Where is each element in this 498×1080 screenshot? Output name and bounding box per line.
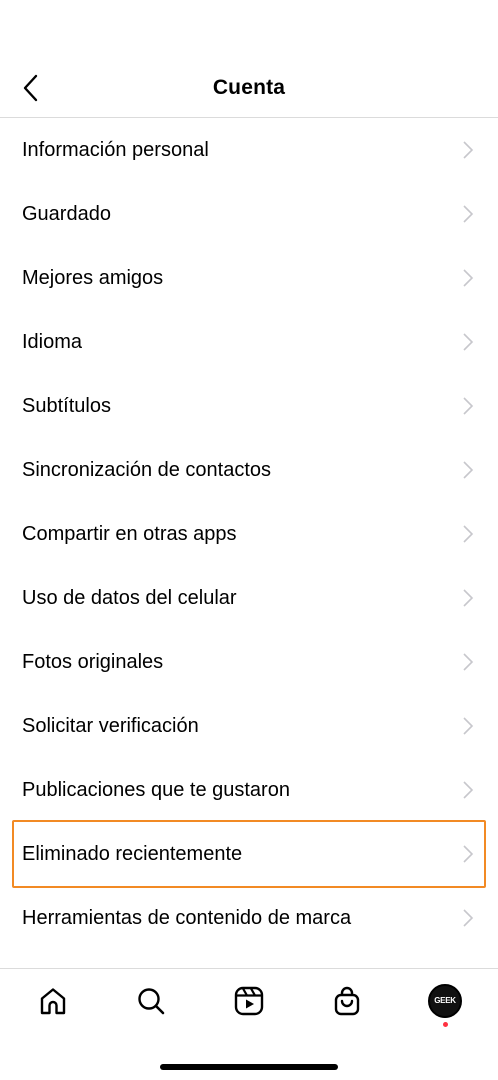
status-bar-area [0,0,498,58]
chevron-right-icon [463,845,474,863]
back-button[interactable] [12,70,48,106]
menu-item-label: Herramientas de contenido de marca [22,906,352,929]
tab-search[interactable] [121,971,181,1031]
chevron-left-icon [23,74,38,102]
avatar: GEEK [428,983,462,1018]
chevron-right-icon [463,205,474,223]
menu-item-label: Sincronización de contactos [22,458,272,481]
chevron-right-icon [463,461,474,479]
chevron-right-icon [463,269,474,287]
menu-item-label: Eliminado recientemente [22,842,243,865]
menu-item-request-verification[interactable]: Solicitar verificación [0,694,498,758]
menu-item-label: Compartir en otras apps [22,522,237,545]
menu-item-label: Publicaciones que te gustaron [22,778,290,801]
menu-item-recently-deleted[interactable]: Eliminado recientemente [0,820,498,888]
home-indicator [160,1064,338,1070]
menu-item-liked-posts[interactable]: Publicaciones que te gustaron [0,758,498,822]
chevron-right-icon [463,141,474,159]
menu-item-contact-sync[interactable]: Sincronización de contactos [0,438,498,502]
shop-icon [334,986,360,1015]
menu-item-label: Subtítulos [22,394,111,417]
chevron-right-icon [463,333,474,351]
page-title: Cuenta [212,75,286,99]
reels-icon [234,986,264,1015]
home-icon [40,987,66,1014]
bottom-tab-bar: GEEK [0,968,498,1032]
menu-item-personal-info[interactable]: Información personal [0,118,498,182]
menu-item-label: Uso de datos del celular [22,586,237,609]
menu-item-cellular-data[interactable]: Uso de datos del celular [0,566,498,630]
menu-item-captions[interactable]: Subtítulos [0,374,498,438]
menu-item-label: Información personal [22,138,209,161]
menu-item-branded-content-tools[interactable]: Herramientas de contenido de marca [0,886,498,950]
avatar-logo-text: GEEK [434,996,456,1005]
menu-item-language[interactable]: Idioma [0,310,498,374]
chevron-right-icon [463,781,474,799]
menu-item-label: Idioma [22,330,83,353]
menu-item-original-photos[interactable]: Fotos originales [0,630,498,694]
chevron-right-icon [463,717,474,735]
tab-profile[interactable]: GEEK [415,971,475,1031]
menu-item-close-friends[interactable]: Mejores amigos [0,246,498,310]
menu-item-label: Guardado [22,202,111,225]
menu-item-share-other-apps[interactable]: Compartir en otras apps [0,502,498,566]
notification-dot [443,1021,448,1027]
tab-home[interactable] [23,971,83,1031]
header: Cuenta [0,58,498,118]
settings-menu: Información personal Guardado Mejores am… [0,118,498,950]
chevron-right-icon [463,589,474,607]
menu-item-label: Mejores amigos [22,266,164,289]
menu-item-label: Solicitar verificación [22,714,199,737]
chevron-right-icon [463,525,474,543]
menu-item-saved[interactable]: Guardado [0,182,498,246]
tab-reels[interactable] [219,971,279,1031]
chevron-right-icon [463,397,474,415]
chevron-right-icon [463,653,474,671]
tab-shop[interactable] [317,971,377,1031]
menu-item-label: Fotos originales [22,650,164,673]
chevron-right-icon [463,909,474,927]
search-icon [138,987,165,1014]
